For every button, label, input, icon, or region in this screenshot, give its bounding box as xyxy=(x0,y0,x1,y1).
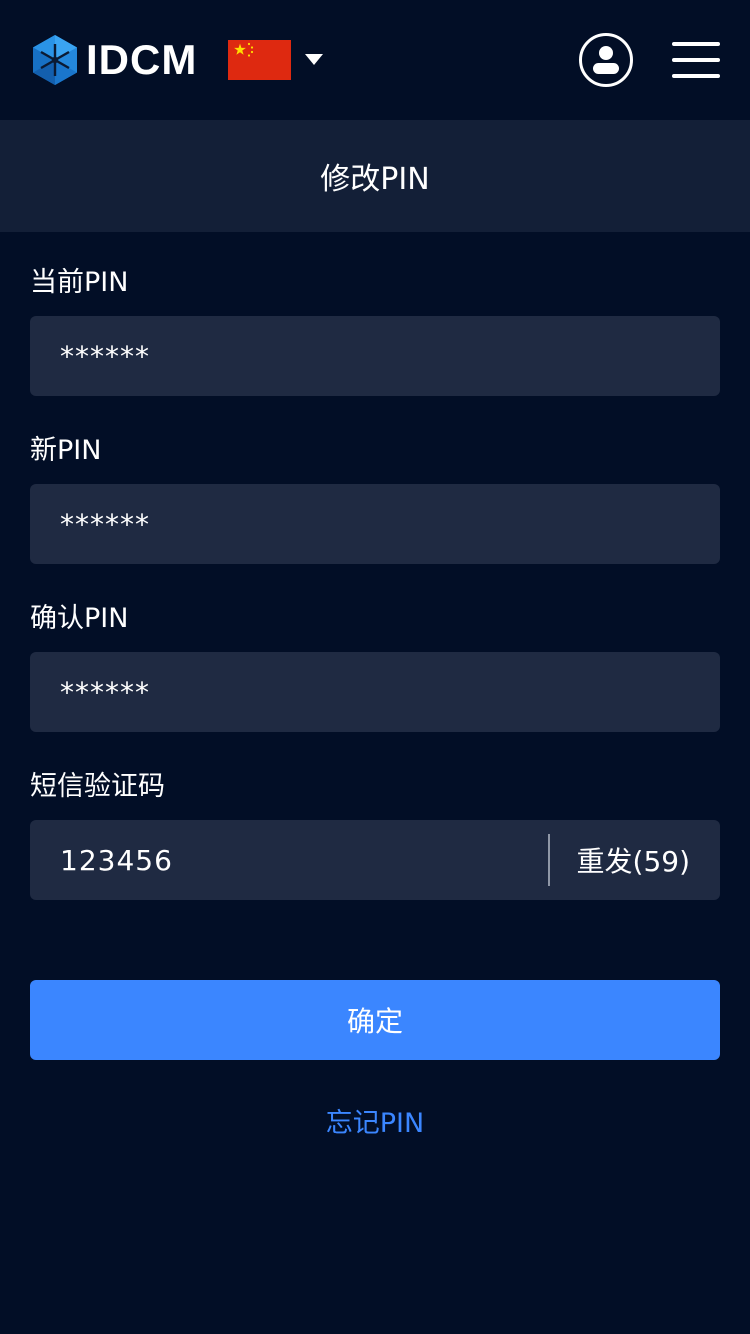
sms-code-input[interactable]: 123456 xyxy=(60,844,173,877)
hamburger-menu-icon[interactable] xyxy=(672,42,720,78)
field-divider xyxy=(548,834,550,886)
forgot-pin-link[interactable]: 忘记PIN xyxy=(0,1100,750,1140)
current-pin-value: ****** xyxy=(60,339,150,373)
new-pin-label: 新PIN xyxy=(30,435,102,466)
current-pin-input[interactable]: ****** xyxy=(30,316,720,396)
confirm-pin-input[interactable]: ****** xyxy=(30,652,720,732)
confirm-pin-value: ****** xyxy=(60,675,150,709)
new-pin-input[interactable]: ****** xyxy=(30,484,720,564)
china-flag-icon xyxy=(228,40,291,80)
sms-code-field: 123456 重发(59) xyxy=(30,820,720,900)
language-selector[interactable] xyxy=(228,40,323,80)
confirm-button[interactable]: 确定 xyxy=(30,980,720,1060)
sms-code-label: 短信验证码 xyxy=(30,771,165,802)
top-bar: IDCM xyxy=(0,0,750,120)
page-title-bar: 修改PIN xyxy=(0,120,750,232)
idcm-hexagon-logo-icon xyxy=(33,35,77,85)
logo-text: IDCM xyxy=(86,36,198,83)
chevron-down-icon xyxy=(305,54,323,65)
page-title: 修改PIN xyxy=(320,162,430,197)
user-circle-icon[interactable] xyxy=(579,33,633,87)
resend-button[interactable]: 重发(59) xyxy=(577,820,690,900)
new-pin-value: ****** xyxy=(60,507,150,541)
logo[interactable]: IDCM xyxy=(32,34,197,86)
current-pin-label: 当前PIN xyxy=(30,267,129,298)
confirm-pin-label: 确认PIN xyxy=(30,603,129,634)
